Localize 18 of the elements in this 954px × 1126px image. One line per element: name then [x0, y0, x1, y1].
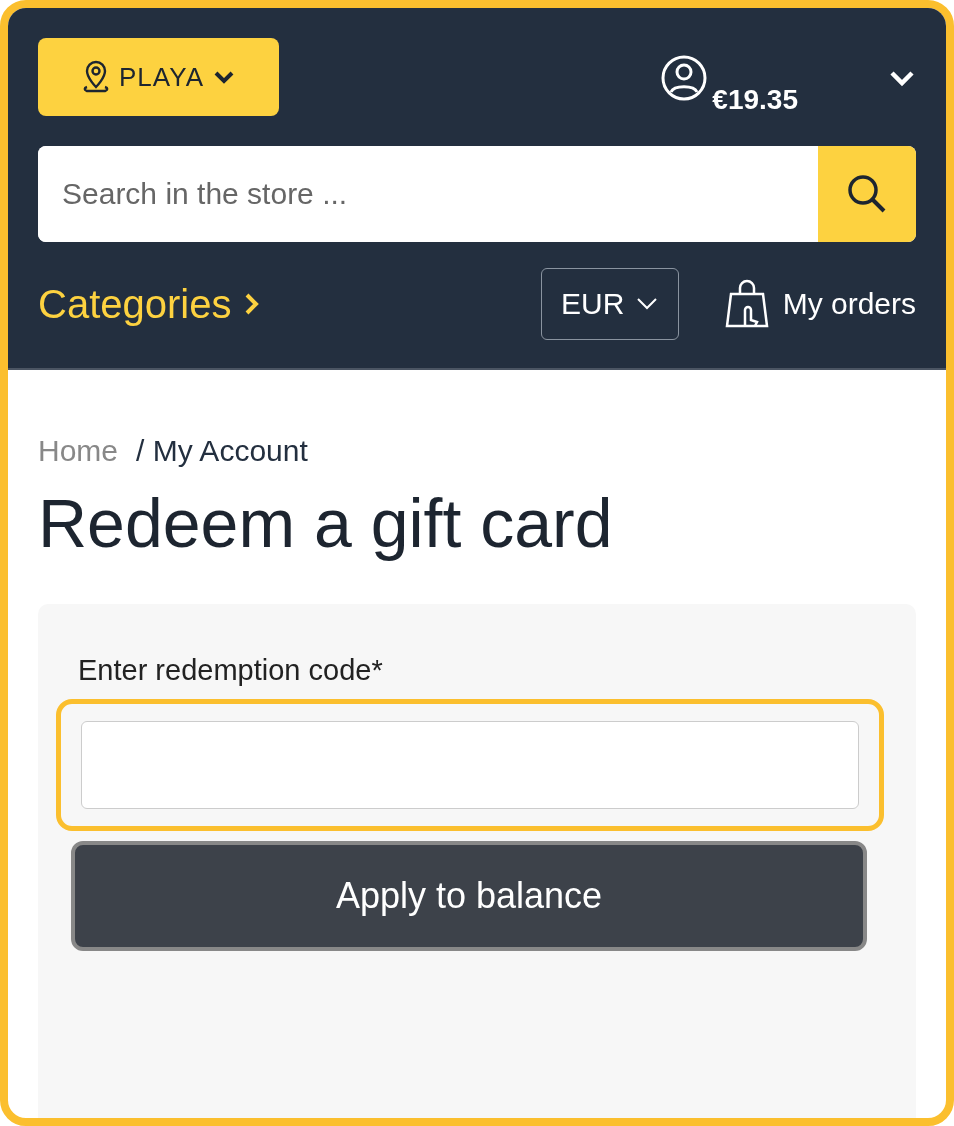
chevron-down-icon[interactable]	[888, 68, 916, 88]
location-pin-icon	[81, 59, 111, 95]
chevron-down-icon	[636, 297, 659, 311]
my-orders-link[interactable]: My orders	[718, 276, 916, 332]
user-avatar-icon	[660, 54, 709, 102]
search-button[interactable]	[818, 146, 916, 242]
location-button[interactable]: PLAYA	[38, 38, 279, 116]
breadcrumb-current: / My Account	[136, 434, 308, 468]
field-label: Enter redemption code*	[78, 654, 384, 687]
account-balance: €19.35	[712, 84, 798, 116]
categories-link[interactable]: Categories	[38, 281, 262, 327]
code-input-field[interactable]	[56, 699, 884, 831]
apply-button[interactable]: Apply to balance	[71, 841, 867, 951]
search-field[interactable]: Search in the store ...	[38, 146, 916, 242]
chevron-down-icon	[212, 69, 236, 85]
page-title: Redeem a gift card	[38, 484, 614, 562]
breadcrumb-link[interactable]: Home	[38, 434, 119, 468]
currency-dropdown[interactable]: EUR	[540, 268, 679, 340]
